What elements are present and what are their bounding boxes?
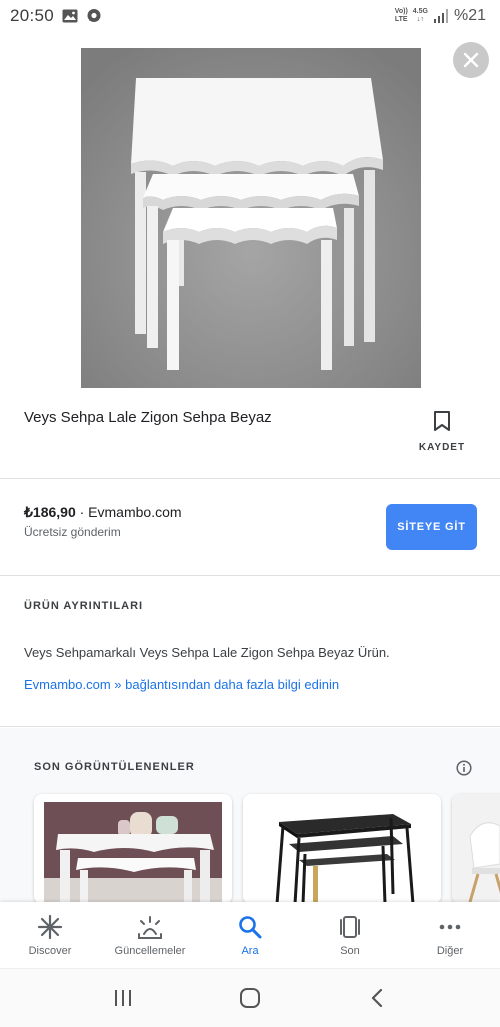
more-info-link[interactable]: Evmambo.com » bağlantısından daha fazla … — [24, 677, 339, 692]
volte-top: Vo)) — [394, 8, 408, 15]
battery-level: %21 — [453, 7, 486, 24]
nav-label: Güncellemeler — [114, 945, 186, 957]
updates-icon — [138, 916, 162, 939]
details-heading: ÜRÜN AYRINTILARI — [24, 600, 144, 612]
chat-bubble-icon — [87, 9, 101, 22]
recent-item-card[interactable] — [243, 794, 441, 904]
seller-name: · Evmambo.com — [75, 504, 182, 520]
volte-indicator: Vo)) LTE — [395, 8, 408, 24]
nav-updates[interactable]: Güncellemeler — [100, 902, 200, 968]
info-icon[interactable] — [456, 760, 472, 776]
nav-discover[interactable]: Discover — [0, 902, 100, 968]
network-type: 4.5G — [412, 8, 428, 15]
divider — [0, 575, 500, 576]
recent-item-thumbnail — [452, 794, 500, 904]
system-navigation-bar — [0, 968, 500, 1027]
recent-item-card[interactable] — [452, 794, 500, 904]
details-description: Veys Sehpamarkalı Veys Sehpa Lale Zigon … — [24, 645, 390, 660]
nav-label: Diğer — [436, 945, 464, 957]
gallery-icon — [62, 9, 78, 23]
status-right: Vo)) LTE 4.5G ↓↑ %21 — [395, 7, 486, 25]
recently-viewed-heading: SON GÖRÜNTÜLENENLER — [34, 761, 195, 773]
home-button[interactable] — [230, 978, 270, 1018]
status-left: 20:50 — [10, 6, 102, 26]
volte-bottom: LTE — [394, 16, 408, 23]
recent-tabs-icon — [340, 916, 360, 938]
recent-item-thumbnail — [44, 802, 222, 904]
recent-item-thumbnail — [243, 794, 441, 904]
recent-item-card[interactable] — [34, 794, 232, 904]
recent-apps-icon — [115, 990, 132, 1006]
back-button[interactable] — [357, 978, 397, 1018]
product-photo-table-set — [81, 48, 421, 388]
close-button[interactable] — [453, 42, 489, 78]
divider — [0, 478, 500, 479]
nav-search[interactable]: Ara — [200, 902, 300, 968]
network-arrows: ↓↑ — [416, 16, 424, 23]
recent-apps-button[interactable] — [103, 978, 143, 1018]
price-line: ₺186,90 · Evmambo.com — [24, 504, 182, 521]
network-indicator: 4.5G ↓↑ — [413, 8, 428, 24]
status-bar: 20:50 Vo)) LTE 4.5G ↓↑ %21 — [0, 0, 500, 32]
search-icon — [239, 916, 262, 939]
bottom-navigation: Discover Güncellemeler Ara Son Diğer — [0, 902, 500, 968]
save-button[interactable]: KAYDET — [412, 410, 472, 460]
more-dots-icon — [439, 924, 461, 930]
status-time: 20:50 — [10, 6, 55, 25]
divider — [0, 726, 500, 727]
product-title: Veys Sehpa Lale Zigon Sehpa Beyaz — [24, 409, 272, 426]
back-icon — [371, 988, 382, 1008]
nav-more[interactable]: Diğer — [400, 902, 500, 968]
bookmark-icon — [434, 411, 450, 431]
signal-icon — [433, 9, 448, 23]
product-image[interactable] — [81, 48, 421, 388]
nav-label: Ara — [241, 945, 259, 957]
close-icon — [463, 52, 479, 68]
shipping-info: Ücretsiz gönderim — [24, 525, 121, 539]
nav-label: Discover — [28, 945, 72, 957]
price: ₺186,90 — [24, 504, 76, 520]
nav-recent[interactable]: Son — [300, 902, 400, 968]
home-icon — [239, 988, 260, 1008]
nav-label: Son — [340, 945, 360, 957]
asterisk-icon — [37, 914, 63, 940]
visit-site-button[interactable]: SİTEYE GİT — [386, 504, 477, 550]
save-label: KAYDET — [418, 442, 466, 453]
